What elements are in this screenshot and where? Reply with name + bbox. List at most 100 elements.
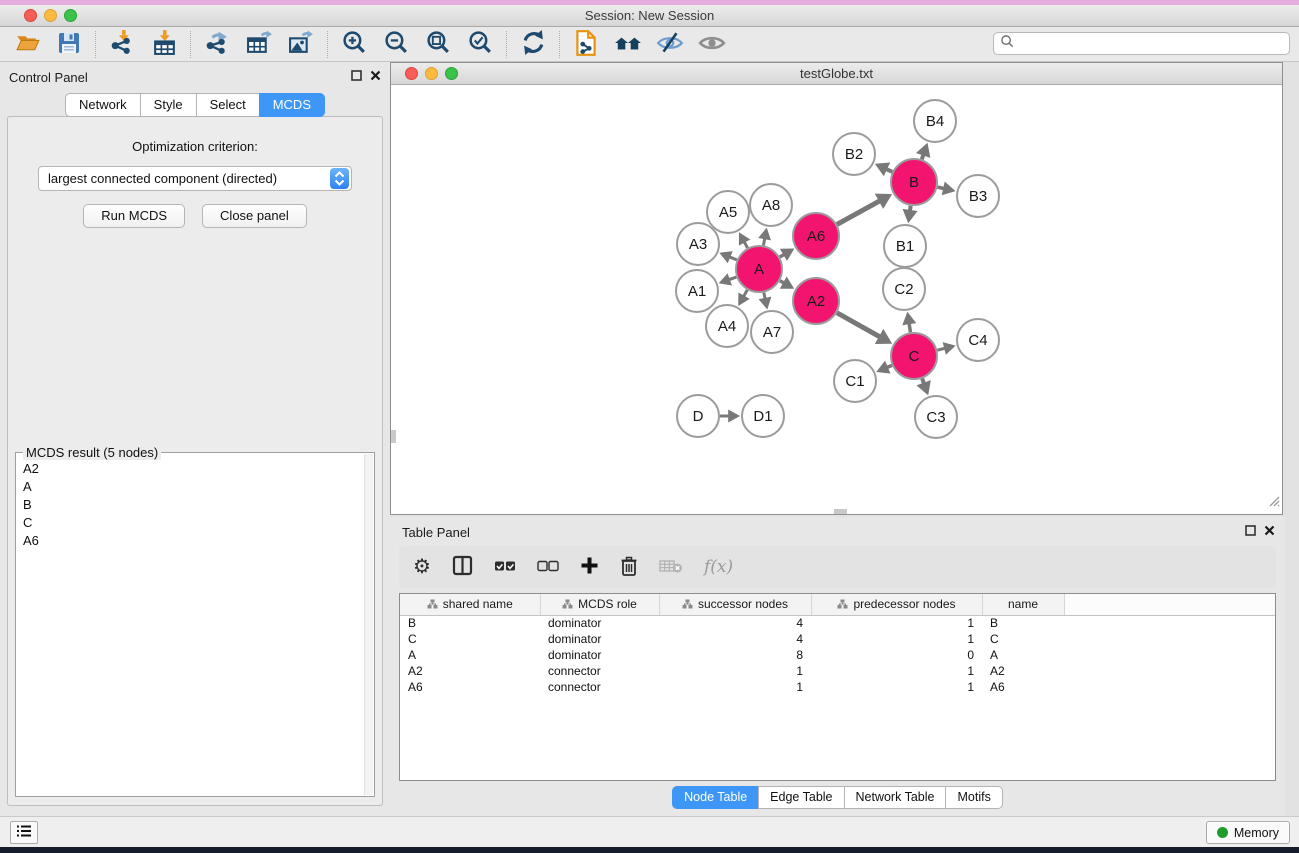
table-cell[interactable]: dominator [540, 615, 659, 631]
mcds-result-item[interactable]: C [17, 515, 364, 533]
table-row[interactable]: Cdominator41C [400, 631, 1275, 647]
column-header[interactable]: predecessor nodes [811, 594, 982, 615]
tab-style[interactable]: Style [140, 93, 197, 117]
network-edge[interactable] [729, 257, 737, 260]
mcds-result-item[interactable]: B [17, 497, 364, 515]
network-edge[interactable] [837, 313, 880, 337]
zoom-in-button[interactable] [333, 29, 375, 60]
canvas-vertical-scroll-nub[interactable] [391, 430, 396, 443]
table-cell[interactable]: A2 [400, 663, 540, 679]
table-cell[interactable]: connector [540, 663, 659, 679]
canvas-horizontal-scroll-nub[interactable] [834, 509, 847, 514]
table-settings-button[interactable]: ⚙ [413, 552, 431, 582]
table-cell[interactable]: 4 [659, 631, 811, 647]
task-history-button[interactable] [10, 821, 38, 844]
create-column-button[interactable] [580, 552, 599, 582]
delete-table-button[interactable] [659, 552, 683, 582]
column-header[interactable]: name [982, 594, 1064, 615]
window-resize-grip[interactable] [1266, 493, 1280, 512]
hide-visual-button[interactable] [649, 29, 691, 60]
tab-edge-table[interactable]: Edge Table [758, 786, 844, 809]
zoom-in-icon [341, 29, 368, 59]
tab-network[interactable]: Network [65, 93, 141, 117]
table-cell[interactable]: dominator [540, 631, 659, 647]
table-cell[interactable]: 1 [811, 663, 982, 679]
close-panel-icon[interactable] [370, 68, 381, 86]
network-edge[interactable] [729, 277, 737, 280]
table-cell[interactable]: C [982, 631, 1064, 647]
table-cell[interactable]: 1 [811, 631, 982, 647]
tab-mcds[interactable]: MCDS [259, 93, 325, 117]
table-cell[interactable]: 8 [659, 647, 811, 663]
table-cell[interactable]: A [400, 647, 540, 663]
table-cell[interactable]: 1 [811, 679, 982, 695]
network-edge[interactable] [837, 201, 880, 225]
open-session-file-button[interactable] [565, 29, 607, 60]
table-row[interactable]: Adominator80A [400, 647, 1275, 663]
float-panel-icon[interactable] [351, 68, 362, 86]
table-cell[interactable]: B [400, 615, 540, 631]
network-edge[interactable] [744, 290, 748, 297]
mcds-result-item[interactable]: A [17, 479, 364, 497]
network-edge[interactable] [937, 187, 944, 188]
table-cell[interactable]: A2 [982, 663, 1064, 679]
column-header[interactable]: shared name [400, 594, 540, 615]
float-panel-icon[interactable] [1245, 523, 1256, 541]
table-cell[interactable]: A6 [400, 679, 540, 695]
run-mcds-button[interactable]: Run MCDS [83, 204, 185, 228]
result-list-scrollbar[interactable] [364, 454, 373, 795]
show-all-networks-button[interactable] [607, 29, 649, 60]
table-cell[interactable]: C [400, 631, 540, 647]
network-edge[interactable] [744, 242, 747, 248]
table-row[interactable]: A6connector11A6 [400, 679, 1275, 695]
table-row[interactable]: Bdominator41B [400, 615, 1275, 631]
network-edge[interactable] [909, 323, 910, 332]
tab-select[interactable]: Select [196, 93, 260, 117]
network-edge[interactable] [886, 169, 892, 172]
delete-column-button[interactable] [620, 552, 638, 582]
function-builder-button[interactable]: f(x) [704, 552, 733, 582]
memory-button[interactable]: Memory [1206, 821, 1290, 844]
table-cell[interactable]: 1 [811, 615, 982, 631]
mcds-result-item[interactable]: A6 [17, 533, 364, 551]
refresh-layout-button[interactable] [512, 29, 554, 60]
criterion-select[interactable]: largest connected component (directed) [38, 166, 352, 191]
column-header[interactable]: MCDS role [540, 594, 659, 615]
save-session-button[interactable] [48, 29, 90, 60]
deselect-all-columns-button[interactable] [537, 552, 559, 582]
search-field[interactable] [993, 32, 1290, 55]
tab-network-table[interactable]: Network Table [844, 786, 947, 809]
zoom-out-button[interactable] [375, 29, 417, 60]
table-cell[interactable]: A6 [982, 679, 1064, 695]
network-canvas[interactable]: B4B2BB3A8A5A6A3B1AA1C2A2A4A7C4CC1C3DD1 [391, 85, 1282, 514]
mcds-result-item[interactable]: A2 [17, 461, 364, 479]
export-network-button[interactable] [196, 29, 238, 60]
table-cell[interactable]: connector [540, 679, 659, 695]
open-session-button[interactable] [6, 29, 48, 60]
search-input[interactable] [1015, 33, 1289, 54]
table-cell[interactable]: B [982, 615, 1064, 631]
zoom-fit-button[interactable] [417, 29, 459, 60]
table-cell[interactable]: A [982, 647, 1064, 663]
show-columns-button[interactable] [452, 552, 473, 582]
table-cell[interactable]: 1 [659, 679, 811, 695]
export-image-button[interactable] [280, 29, 322, 60]
show-visual-button[interactable] [691, 29, 733, 60]
tab-motifs[interactable]: Motifs [945, 786, 1002, 809]
network-edge[interactable] [937, 348, 945, 350]
table-cell[interactable]: 0 [811, 647, 982, 663]
import-table-button[interactable] [143, 29, 185, 60]
table-cell[interactable]: 4 [659, 615, 811, 631]
table-cell[interactable]: dominator [540, 647, 659, 663]
network-edge[interactable] [763, 238, 764, 245]
close-panel-icon[interactable] [1264, 523, 1275, 541]
column-header[interactable]: successor nodes [659, 594, 811, 615]
tab-node-table[interactable]: Node Table [672, 786, 759, 809]
zoom-selected-button[interactable] [459, 29, 501, 60]
table-cell[interactable]: 1 [659, 663, 811, 679]
export-table-button[interactable] [238, 29, 280, 60]
table-row[interactable]: A2connector11A2 [400, 663, 1275, 679]
import-network-button[interactable] [101, 29, 143, 60]
close-panel-button[interactable]: Close panel [202, 204, 307, 228]
select-all-columns-button[interactable] [494, 552, 516, 582]
